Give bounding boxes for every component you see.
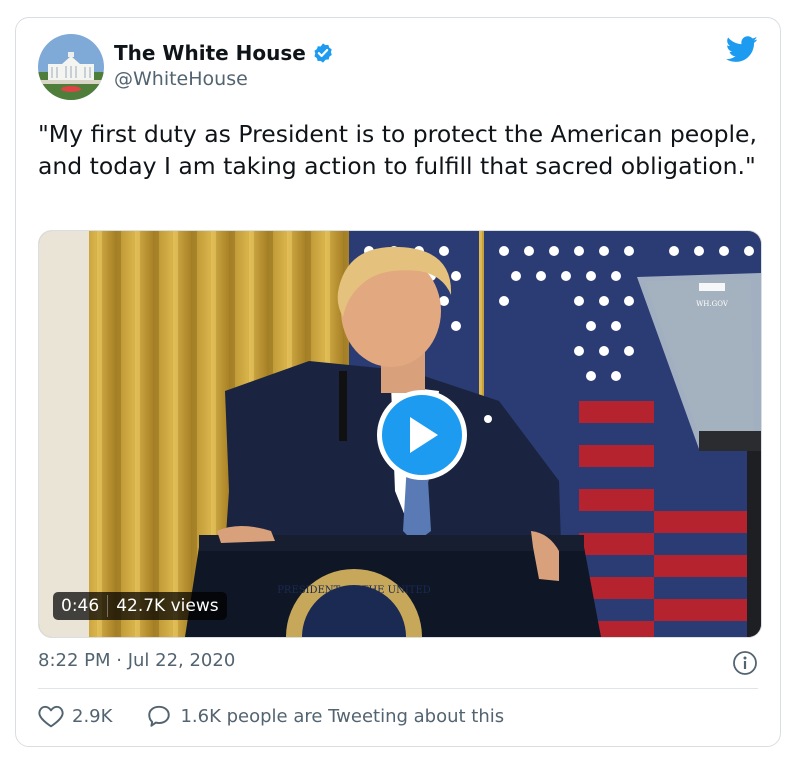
author-name[interactable]: The White House <box>114 41 306 65</box>
white-house-avatar-icon <box>38 34 104 100</box>
like-button[interactable]: 2.9K <box>38 704 112 728</box>
teleprompter-text: WH.GOV <box>696 300 729 308</box>
tweeting-count-text: 1.6K people are Tweeting about this <box>180 705 505 727</box>
tweet-card[interactable]: The White House @WhiteHouse "My first du… <box>15 17 781 747</box>
speech-bubble-icon <box>148 705 171 727</box>
heart-icon <box>38 705 64 728</box>
like-count: 2.9K <box>72 705 113 727</box>
twitter-bird-icon[interactable] <box>725 36 758 67</box>
video-player[interactable]: WH.GOV PRESIDENT OF THE UNITED 0:46 42.7… <box>38 230 762 638</box>
seal-text: PRESIDENT OF THE UNITED <box>277 585 431 596</box>
tweet-actions: 2.9K 1.6K people are Tweeting about this <box>38 704 504 728</box>
divider <box>38 688 758 689</box>
author-name-row[interactable]: The White House <box>114 41 334 65</box>
video-views: 42.7K views <box>116 596 219 616</box>
avatar[interactable] <box>38 34 104 100</box>
video-duration: 0:46 <box>61 596 100 616</box>
author-handle[interactable]: @WhiteHouse <box>114 68 248 90</box>
tweet-text: "My first duty as President is to protec… <box>38 120 757 180</box>
video-stats-badge: 0:46 42.7K views <box>53 592 227 620</box>
verified-badge-icon <box>314 43 332 63</box>
tweet-timestamp[interactable]: 8:22 PM · Jul 22, 2020 <box>38 650 235 671</box>
info-icon[interactable] <box>732 650 758 680</box>
play-icon <box>410 417 438 453</box>
tweeting-about-link[interactable]: 1.6K people are Tweeting about this <box>146 704 504 728</box>
play-button[interactable] <box>377 390 467 480</box>
